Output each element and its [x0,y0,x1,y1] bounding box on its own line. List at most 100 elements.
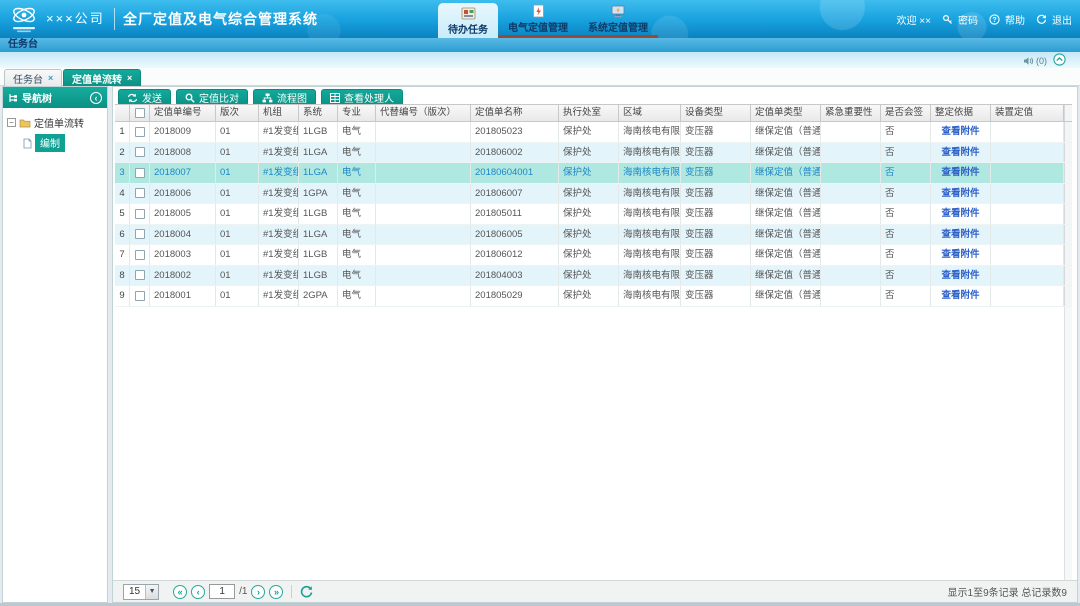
grid-row[interactable]: 7201800301#1发变组1LGB电气201806012保护处海南核电有限公… [115,245,1072,266]
tree-collapse-icon[interactable]: − [7,118,16,127]
doc-icon [23,138,32,149]
cell-sheet-name: 201806012 [471,245,559,265]
page-size-value: 15 [124,586,145,597]
cell-countersign: 否 [881,245,931,265]
tree-node-label-selected: 编制 [35,134,65,152]
grid-row[interactable]: 4201800601#1发变组1GPA电气201806007保护处海南核电有限公… [115,184,1072,205]
prev-page-button[interactable]: ‹ [191,585,205,599]
tree-node-compile[interactable]: 编制 [23,134,103,152]
next-page-button[interactable]: › [251,585,265,599]
last-page-button[interactable]: » [269,585,283,599]
logout-link[interactable]: 退出 [1052,12,1072,27]
cell-region: 海南核电有限公司 [619,286,681,306]
cell-specialty: 电气 [338,122,376,142]
row-checkbox[interactable] [135,229,145,239]
cell-sheet-type: 继保定值（普通） [751,245,821,265]
cell-system: 1LGB [299,204,338,224]
tab-setting-sheet-flow[interactable]: 定值单流转 × [63,69,141,86]
cell-sheet-type: 继保定值（普通） [751,184,821,204]
column-header-countersign: 是否会签 [881,105,931,121]
cell-office: 保护处 [559,163,619,183]
column-header-device-setting: 装置定值 [991,105,1064,121]
grid-row[interactable]: 5201800501#1发变组1LGB电气201805011保护处海南核电有限公… [115,204,1072,225]
password-link[interactable]: 密码 [958,12,978,27]
view-attachment-link[interactable]: 查看附件 [941,147,979,158]
collapse-sidebar-icon[interactable]: ‹ [90,92,102,104]
help-icon: ? [989,14,1000,25]
help-link[interactable]: 帮助 [1005,12,1025,27]
app-window: ×××公司 全厂定值及电气综合管理系统 待办任务 电气定值管理 [0,0,1080,606]
row-checkbox[interactable] [135,209,145,219]
tab-close-icon[interactable]: × [48,73,53,83]
cell-row-number: 5 [115,204,130,224]
view-attachment-link[interactable]: 查看附件 [941,208,979,219]
cell-unit: #1发变组 [259,163,299,183]
row-checkbox[interactable] [135,291,145,301]
column-header-spacer [1064,105,1072,121]
cell-sheet-name: 201804003 [471,266,559,286]
nav-item-system-setting[interactable]: 系统定值管理 [578,0,658,38]
row-checkbox[interactable] [135,168,145,178]
row-checkbox[interactable] [135,250,145,260]
grid-row[interactable]: 6201800401#1发变组1LGA电气201806005保护处海南核电有限公… [115,225,1072,246]
cell-system: 1LGA [299,143,338,163]
cell-device-setting [991,184,1064,204]
cell-specialty: 电气 [338,266,376,286]
view-attachment-link[interactable]: 查看附件 [941,290,979,301]
taskbar: 任务台 [0,38,1080,52]
sound-icon[interactable]: (0) [1023,56,1047,66]
logout-icon [1036,14,1047,25]
grid-body: 1201800901#1发变组1LGB电气201805023保护处海南核电有限公… [115,122,1072,307]
view-attachment-link[interactable]: 查看附件 [941,126,979,137]
page-number-input[interactable] [209,584,235,599]
cell-sheet-type: 继保定值（普通） [751,225,821,245]
cell-revision: 01 [216,184,259,204]
cell-sheet-type: 继保定值（普通） [751,143,821,163]
grid-row[interactable]: 1201800901#1发变组1LGB电气201805023保护处海南核电有限公… [115,122,1072,143]
refresh-icon[interactable] [300,585,313,598]
cell-specialty: 电气 [338,163,376,183]
view-attachment-link[interactable]: 查看附件 [941,229,979,240]
select-all-checkbox[interactable] [135,108,145,118]
cell-system: 1LGB [299,245,338,265]
cell-office: 保护处 [559,204,619,224]
cell-device-type: 变压器 [681,245,751,265]
cell-office: 保护处 [559,266,619,286]
row-checkbox[interactable] [135,188,145,198]
cell-checkbox [130,266,150,286]
row-checkbox[interactable] [135,270,145,280]
header-divider [114,8,115,30]
grid-row[interactable]: 8201800201#1发变组1LGB电气201804003保护处海南核电有限公… [115,266,1072,287]
cell-urgency [821,143,881,163]
nav-item-todo-tasks[interactable]: 待办任务 [438,3,498,38]
grid-row[interactable]: 2201800801#1发变组1LGA电气201806002保护处海南核电有限公… [115,143,1072,164]
tab-close-icon[interactable]: × [127,73,132,83]
row-checkbox[interactable] [135,147,145,157]
first-page-button[interactable]: « [173,585,187,599]
cell-unit: #1发变组 [259,143,299,163]
collapse-panel-icon[interactable] [1053,53,1066,68]
navigation-tree: − 定值单流转 编制 [3,108,107,159]
cell-code: 2018006 [150,184,216,204]
todo-tasks-icon [461,6,476,20]
cell-specialty: 电气 [338,245,376,265]
page-size-select[interactable]: 15 ▼ [123,584,159,600]
nav-label: 系统定值管理 [588,19,648,34]
tab-taskbench[interactable]: 任务台 × [4,69,62,86]
data-grid: 定值单编号版次机组系统专业代替编号（版次）定值单名称执行处室区域设备类型定值单类… [115,104,1072,307]
nav-label: 电气定值管理 [508,19,568,34]
grid-row[interactable]: 3201800701#1发变组1LGA电气20180604001保护处海南核电有… [115,163,1072,184]
tree-node-root[interactable]: − 定值单流转 [7,115,103,130]
view-attachment-link[interactable]: 查看附件 [941,188,979,199]
cell-region: 海南核电有限公司 [619,143,681,163]
nav-item-electrical-setting[interactable]: 电气定值管理 [498,0,578,38]
view-attachment-link[interactable]: 查看附件 [941,249,979,260]
cell-replaced-code [376,184,471,204]
cell-region: 海南核电有限公司 [619,266,681,286]
cell-code: 2018005 [150,204,216,224]
view-attachment-link[interactable]: 查看附件 [941,270,979,281]
cell-spacer [1064,163,1072,183]
row-checkbox[interactable] [135,127,145,137]
view-attachment-link[interactable]: 查看附件 [941,167,979,178]
grid-row[interactable]: 9201800101#1发变组2GPA电气201805029保护处海南核电有限公… [115,286,1072,307]
